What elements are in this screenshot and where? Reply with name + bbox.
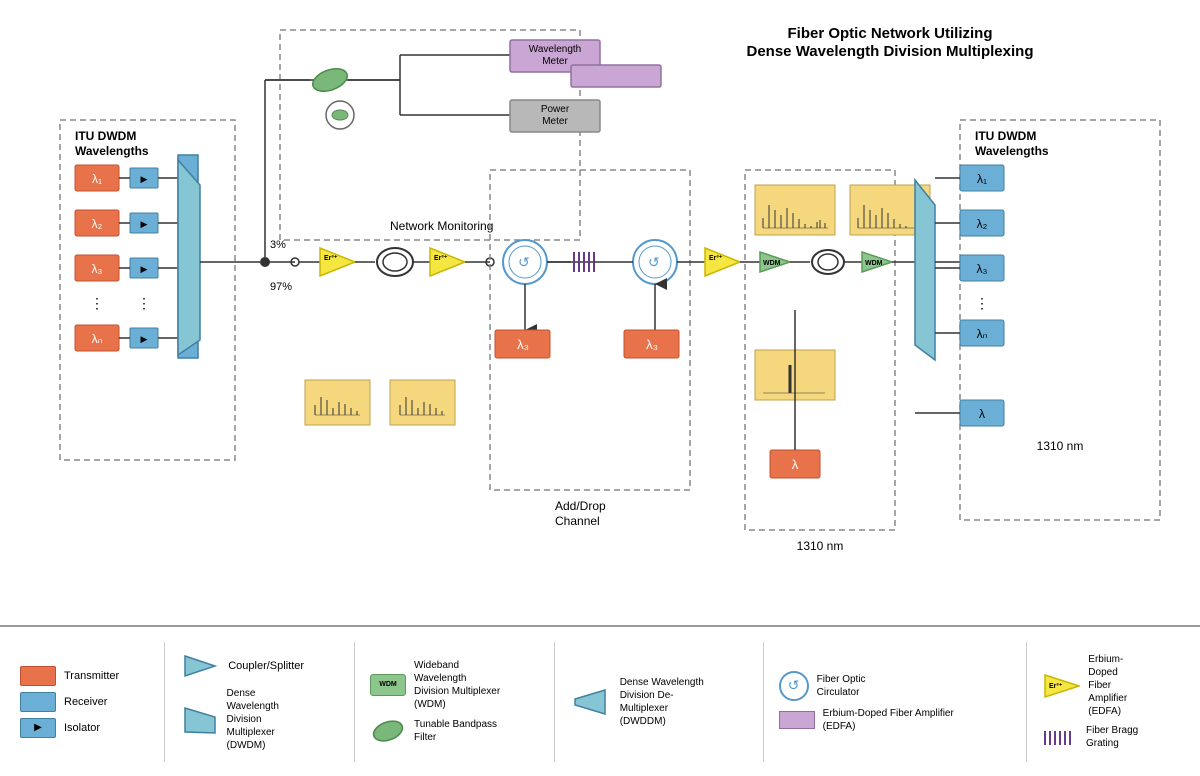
legend-col-4: Dense WavelengthDivision De-Multiplexer(…: [570, 676, 718, 728]
svg-text:1310 nm: 1310 nm: [1037, 439, 1084, 453]
svg-text:λ₂: λ₂: [977, 217, 988, 231]
svg-text:▶: ▶: [141, 264, 148, 274]
svg-text:λ₃: λ₃: [977, 262, 988, 276]
svg-text:Er³⁺: Er³⁺: [434, 255, 448, 262]
legend-isolator: ▶ Isolator: [20, 718, 119, 738]
svg-text:▶: ▶: [141, 219, 148, 229]
svg-text:λ₃: λ₃: [92, 262, 103, 276]
dwdm-label: Dense WavelengthDivision Multiplexer(DWD…: [227, 687, 309, 752]
divider-5: [1026, 642, 1027, 762]
svg-text:Channel: Channel: [555, 514, 600, 528]
isolator-label: Isolator: [64, 722, 100, 734]
legend-switch: Erbium-Doped Fiber Amplifier (EDFA): [779, 707, 981, 733]
svg-text:↺: ↺: [648, 254, 660, 270]
bandpass-label: Tunable BandpassFilter: [414, 718, 497, 744]
svg-text:Er³⁺: Er³⁺: [1049, 683, 1063, 690]
legend-circulator: ↺ Fiber OpticCirculator: [779, 671, 981, 701]
legend-bragg: Fiber BraggGrating: [1042, 724, 1150, 750]
svg-text:Wavelengths: Wavelengths: [975, 144, 1049, 158]
svg-text:3%: 3%: [270, 239, 286, 251]
legend-col-5: ↺ Fiber OpticCirculator Erbium-Doped Fib…: [779, 671, 981, 733]
legend-wdm: WDM Wideband WavelengthDivision Multiple…: [370, 659, 509, 711]
receiver-label: Receiver: [64, 696, 107, 708]
dwddm-label: Dense WavelengthDivision De-Multiplexer(…: [620, 676, 718, 728]
svg-text:⋮: ⋮: [90, 295, 104, 311]
svg-text:Fiber Optic Network Utilizing: Fiber Optic Network Utilizing: [787, 25, 992, 42]
coupler-icon: [180, 651, 220, 681]
svg-text:Er³⁺: Er³⁺: [324, 255, 338, 262]
svg-text:ITU DWDM: ITU DWDM: [975, 129, 1036, 143]
switch-label: Erbium-Doped Fiber Amplifier (EDFA): [823, 707, 981, 733]
legend-dwddm: Dense WavelengthDivision De-Multiplexer(…: [570, 676, 718, 728]
legend-edfa: Er³⁺ Erbium-DopedFiber Amplifier(EDFA): [1042, 653, 1150, 718]
circulator-label: Fiber OpticCirculator: [817, 673, 866, 699]
svg-text:▶: ▶: [141, 334, 148, 344]
svg-text:⋮: ⋮: [137, 295, 151, 311]
wdm-icon: WDM: [370, 674, 406, 696]
svg-text:ITU DWDM: ITU DWDM: [75, 129, 136, 143]
legend-col-6: Er³⁺ Erbium-DopedFiber Amplifier(EDFA) F…: [1042, 653, 1150, 750]
divider-1: [164, 642, 165, 762]
legend-receiver: Receiver: [20, 692, 119, 712]
legend-coupler: Coupler/Splitter: [180, 651, 309, 681]
receiver-icon: [20, 692, 56, 712]
wdm-label: Wideband WavelengthDivision Multiplexer(…: [414, 659, 509, 711]
circulator-icon: ↺: [779, 671, 809, 701]
svg-text:1310 nm: 1310 nm: [797, 539, 844, 553]
dwdm-icon: [180, 705, 218, 735]
svg-text:Dense Wavelength Division Mult: Dense Wavelength Division Multiplexing: [747, 43, 1034, 60]
legend-col-3: WDM Wideband WavelengthDivision Multiple…: [370, 659, 509, 745]
dwddm-icon: [570, 687, 612, 717]
svg-text:Network Monitoring: Network Monitoring: [390, 219, 493, 233]
coupler-label: Coupler/Splitter: [228, 660, 304, 672]
svg-text:Add/Drop: Add/Drop: [555, 499, 606, 513]
svg-text:λ: λ: [979, 407, 985, 421]
edfa-icon: Er³⁺: [1042, 672, 1080, 700]
svg-text:↺: ↺: [518, 254, 530, 270]
transmitter-icon: [20, 666, 56, 686]
transmitter-label: Transmitter: [64, 670, 119, 682]
svg-text:λ₂: λ₂: [92, 217, 103, 231]
svg-text:λₙ: λₙ: [977, 327, 988, 341]
svg-text:▶: ▶: [141, 174, 148, 184]
legend-bandpass: Tunable BandpassFilter: [370, 717, 509, 745]
svg-text:λ₃: λ₃: [646, 337, 658, 352]
legend-dwdm: Dense WavelengthDivision Multiplexer(DWD…: [180, 687, 309, 752]
svg-text:λ₁: λ₁: [977, 172, 987, 186]
divider-3: [554, 642, 555, 762]
svg-text:Meter: Meter: [542, 56, 568, 67]
svg-text:λ₁: λ₁: [92, 172, 102, 186]
svg-text:WDM: WDM: [763, 260, 781, 267]
switch-icon: [779, 711, 815, 729]
svg-text:97%: 97%: [270, 281, 292, 293]
main-container: Fiber Optic Network Utilizing Dense Wave…: [0, 0, 1200, 776]
legend-transmitter: Transmitter: [20, 666, 119, 686]
isolator-icon: ▶: [20, 718, 56, 738]
svg-text:λ₃: λ₃: [517, 337, 529, 352]
svg-text:Meter: Meter: [542, 116, 568, 127]
bandpass-icon: [370, 717, 406, 745]
svg-text:Wavelength: Wavelength: [529, 44, 581, 55]
edfa-label: Erbium-DopedFiber Amplifier(EDFA): [1088, 653, 1150, 718]
legend-col-2: Coupler/Splitter Dense WavelengthDivisio…: [180, 651, 309, 752]
bragg-icon: [1042, 727, 1078, 747]
svg-text:WDM: WDM: [865, 260, 883, 267]
svg-text:λ: λ: [792, 457, 799, 472]
legend-col-1: Transmitter Receiver ▶ Isolator: [20, 666, 119, 738]
divider-2: [354, 642, 355, 762]
svg-text:⋮: ⋮: [975, 295, 989, 311]
diagram-area: Fiber Optic Network Utilizing Dense Wave…: [0, 0, 1200, 620]
svg-text:λₙ: λₙ: [92, 332, 103, 346]
svg-text:Wavelengths: Wavelengths: [75, 144, 149, 158]
svg-text:Power: Power: [541, 104, 570, 115]
svg-text:Er³⁺: Er³⁺: [709, 255, 723, 262]
legend-area: Transmitter Receiver ▶ Isolator Coupler/…: [0, 625, 1200, 776]
divider-4: [763, 642, 764, 762]
bragg-label: Fiber BraggGrating: [1086, 724, 1138, 750]
diagram-svg: Fiber Optic Network Utilizing Dense Wave…: [0, 0, 1200, 620]
